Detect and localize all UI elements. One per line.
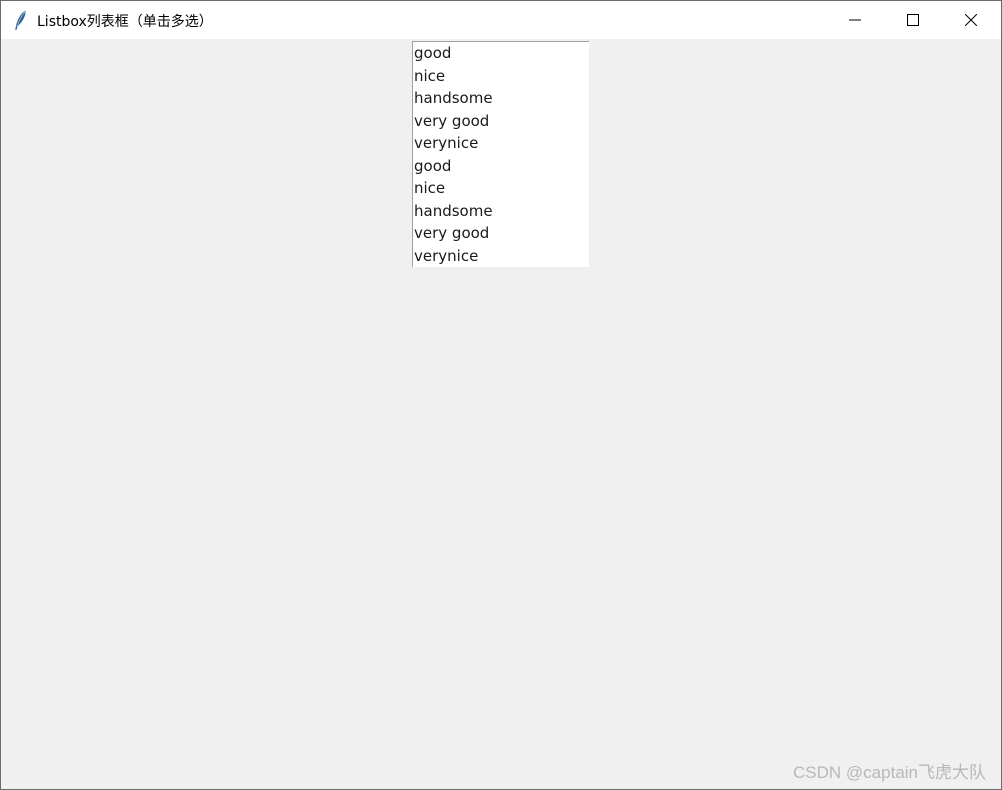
maximize-button[interactable]	[884, 1, 942, 39]
list-item[interactable]: nice	[413, 65, 589, 88]
list-item[interactable]: verynice	[413, 132, 589, 155]
minimize-icon	[849, 14, 861, 26]
list-item[interactable]: very good	[413, 222, 589, 245]
list-item[interactable]: handsome	[413, 200, 589, 223]
watermark: CSDN @captain飞虎大队	[793, 763, 986, 782]
feather-icon	[13, 9, 29, 31]
list-item[interactable]: very good	[413, 110, 589, 133]
listbox[interactable]: good nice handsome very good verynice go…	[412, 41, 589, 267]
list-item[interactable]: nice	[413, 177, 589, 200]
list-item[interactable]: verynice	[413, 245, 589, 268]
window-content: good nice handsome very good verynice go…	[1, 39, 1001, 789]
list-item[interactable]: good	[413, 155, 589, 178]
app-window: Listbox列表框（单击多选） good nice handsome very…	[0, 0, 1002, 790]
window-title: Listbox列表框（单击多选）	[37, 14, 213, 30]
maximize-icon	[907, 14, 919, 26]
minimize-button[interactable]	[826, 1, 884, 39]
close-button[interactable]	[942, 1, 1000, 39]
list-item[interactable]: good	[413, 42, 589, 65]
close-icon	[965, 14, 977, 26]
title-bar[interactable]: Listbox列表框（单击多选）	[1, 1, 1001, 39]
list-item[interactable]: handsome	[413, 87, 589, 110]
